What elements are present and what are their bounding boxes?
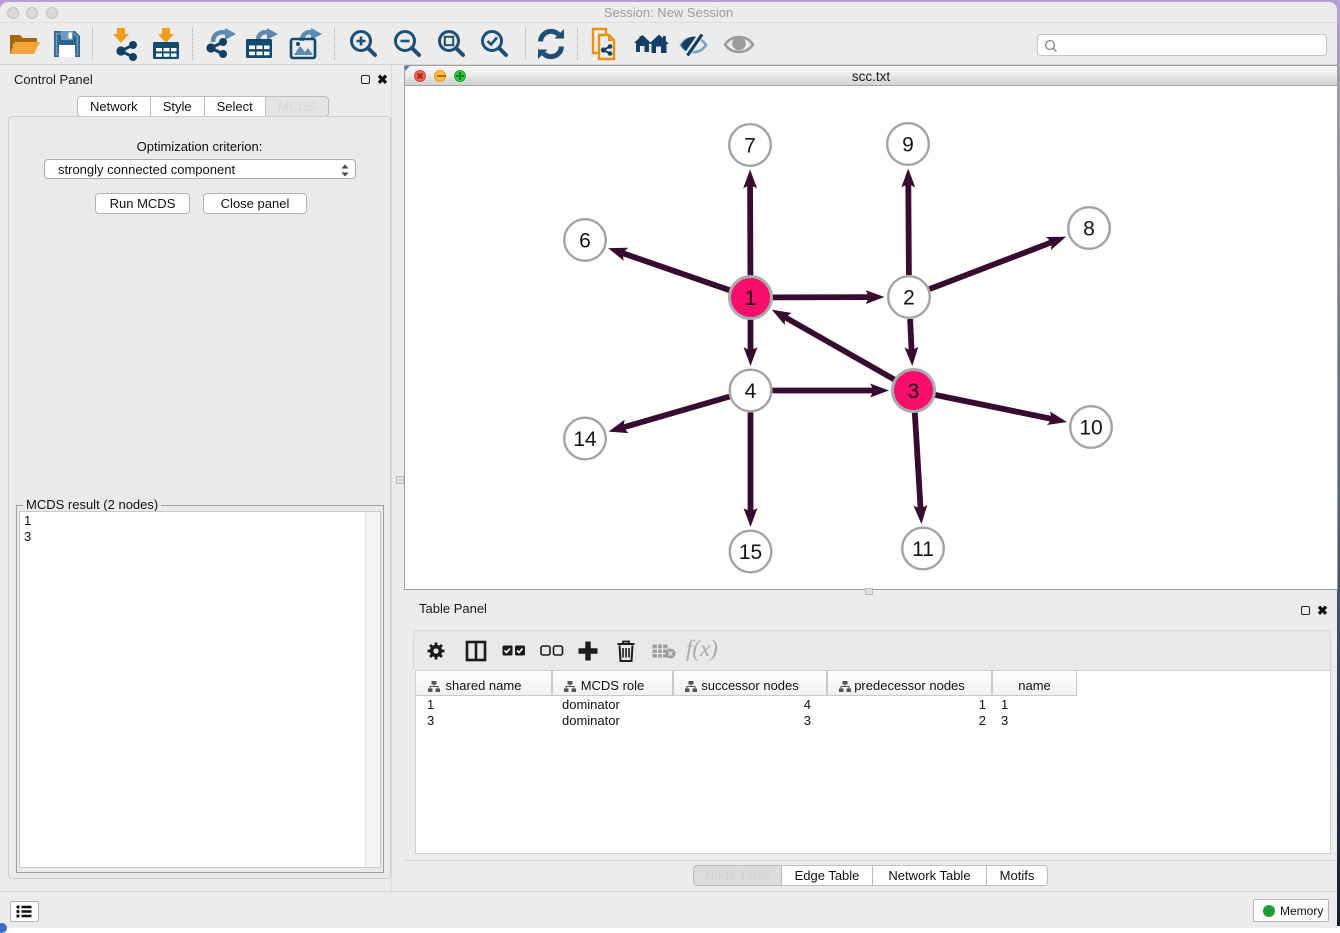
svg-text:3: 3 [908,380,920,403]
svg-text:4: 4 [745,380,757,403]
svg-text:10: 10 [1079,417,1102,440]
svg-text:1: 1 [745,287,757,310]
svg-text:6: 6 [579,230,591,253]
svg-text:8: 8 [1083,218,1095,241]
svg-text:7: 7 [744,135,756,158]
svg-text:11: 11 [912,538,934,561]
svg-text:15: 15 [739,541,762,564]
svg-text:14: 14 [573,428,597,451]
svg-text:9: 9 [902,134,914,157]
svg-text:2: 2 [903,287,915,310]
